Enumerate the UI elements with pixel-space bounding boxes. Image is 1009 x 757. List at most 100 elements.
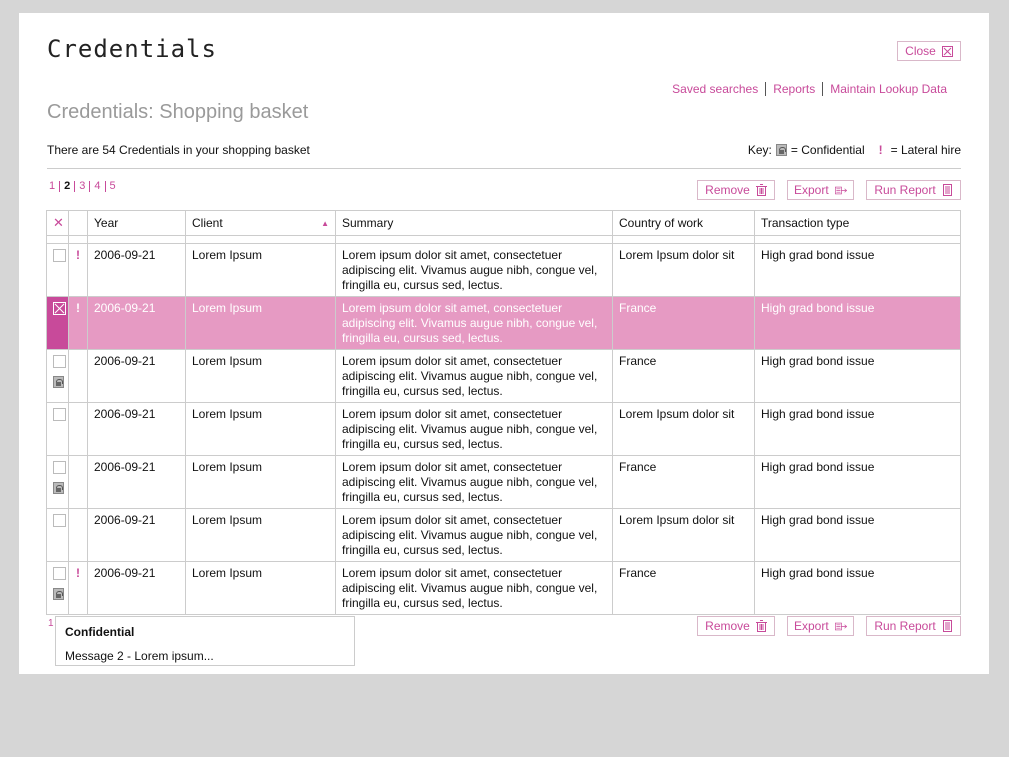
trash-icon — [755, 620, 767, 632]
lateral-hire-cell — [68, 349, 88, 403]
row-client: Lorem Ipsum — [185, 561, 336, 615]
column-header-transaction[interactable]: Transaction type — [754, 210, 961, 236]
row-client: Lorem Ipsum — [185, 455, 336, 509]
row-checkbox[interactable] — [53, 249, 66, 262]
row-client: Lorem Ipsum — [185, 508, 336, 562]
column-header-summary[interactable]: Summary — [335, 210, 613, 236]
export-button-top[interactable]: Export — [787, 180, 854, 200]
row-checkbox[interactable] — [53, 461, 66, 474]
remove-label: Remove — [705, 619, 750, 633]
key-confidential-text: = Confidential — [790, 143, 865, 157]
page-link-5[interactable]: 5 — [104, 181, 120, 192]
row-year: 2006-09-21 — [87, 455, 186, 509]
report-icon — [942, 620, 952, 632]
lock-icon — [53, 376, 64, 388]
run-report-button-bottom[interactable]: Run Report — [866, 616, 961, 636]
export-label: Export — [794, 183, 829, 197]
row-select-cell[interactable] — [46, 296, 69, 350]
maintain-lookup-data-link[interactable]: Maintain Lookup Data — [822, 82, 954, 96]
table-header-row: ✕ Year Client ▲ Summary Country of work T… — [46, 210, 961, 236]
page-link-3[interactable]: 3 — [74, 181, 89, 192]
lateral-hire-cell — [68, 455, 88, 509]
clear-selection-icon[interactable]: ✕ — [53, 215, 64, 230]
row-checkbox[interactable] — [53, 514, 66, 527]
row-select-cell[interactable] — [46, 243, 69, 297]
table-body: ! 2006-09-21 Lorem Ipsum Lorem ipsum dolor … — [46, 243, 961, 615]
lateral-hire-cell — [68, 402, 88, 456]
row-select-cell[interactable] — [46, 455, 69, 509]
table-row[interactable]: ! 2006-09-21 Lorem Ipsum Lorem ipsum dolor … — [46, 243, 961, 297]
remove-button-top[interactable]: Remove — [697, 180, 775, 200]
row-summary: Lorem ipsum dolor sit amet, consectetuer… — [335, 296, 613, 350]
run-report-label: Run Report — [874, 619, 936, 633]
pagination: 1 2 3 4 5 — [47, 181, 120, 192]
confidential-note: Confidential Message 2 - Lorem ipsum... — [55, 616, 355, 666]
column-header-year[interactable]: Year — [87, 210, 186, 236]
lock-icon — [775, 144, 787, 156]
export-button-bottom[interactable]: Export — [787, 616, 854, 636]
row-country: Lorem Ipsum dolor sit — [612, 508, 755, 562]
table-row[interactable]: 2006-09-21 Lorem Ipsum Lorem ipsum dolor s… — [46, 508, 961, 562]
run-report-button-top[interactable]: Run Report — [866, 180, 961, 200]
column-header-client-label: Client — [192, 216, 223, 230]
export-icon — [834, 186, 847, 194]
page-link-2[interactable]: 2 — [59, 181, 74, 192]
row-client: Lorem Ipsum — [185, 402, 336, 456]
row-select-cell[interactable] — [46, 508, 69, 562]
column-header-client[interactable]: Client ▲ — [185, 210, 336, 236]
row-checkbox[interactable] — [53, 355, 66, 368]
lateral-hire-icon: ! — [76, 566, 80, 580]
row-year: 2006-09-21 — [87, 243, 186, 297]
lateral-hire-icon: ! — [878, 143, 883, 157]
footnote-number: 1 — [48, 618, 54, 629]
basket-count-text: There are 54 Credentials in your shoppin… — [47, 143, 310, 157]
column-header-country[interactable]: Country of work — [612, 210, 755, 236]
row-select-cell[interactable] — [46, 561, 69, 615]
table-row[interactable]: ! 2006-09-21 Lorem Ipsum Lorem ipsum dolor … — [46, 296, 961, 350]
row-year: 2006-09-21 — [87, 561, 186, 615]
flag-column-header — [68, 210, 88, 236]
table-row[interactable]: 2006-09-21 Lorem Ipsum Lorem ipsum dolor s… — [46, 349, 961, 403]
page-title: Credentials: Shopping basket — [47, 101, 309, 123]
row-select-cell[interactable] — [46, 402, 69, 456]
remove-label: Remove — [705, 183, 750, 197]
page-link-1[interactable]: 1 — [47, 181, 59, 192]
table-row[interactable]: ! 2006-09-21 Lorem Ipsum Lorem ipsum dolor … — [46, 561, 961, 615]
row-client: Lorem Ipsum — [185, 349, 336, 403]
divider — [47, 168, 961, 169]
key-lateral-text: = Lateral hire — [890, 143, 961, 157]
note-title: Confidential — [65, 625, 135, 639]
saved-searches-link[interactable]: Saved searches — [665, 82, 765, 96]
row-checkbox[interactable] — [53, 302, 66, 315]
row-transaction-type: High grad bond issue — [754, 349, 961, 403]
page-link-4[interactable]: 4 — [89, 181, 104, 192]
sort-up-icon[interactable]: ▲ — [321, 219, 329, 228]
row-country: Lorem Ipsum dolor sit — [612, 402, 755, 456]
row-summary: Lorem ipsum dolor sit amet, consectetuer… — [335, 561, 613, 615]
row-year: 2006-09-21 — [87, 508, 186, 562]
key-legend: Key: = Confidential ! = Lateral hire — [748, 143, 961, 157]
header-spacer — [46, 235, 961, 244]
close-button[interactable]: Close — [897, 41, 961, 61]
row-country: France — [612, 349, 755, 403]
row-checkbox[interactable] — [53, 567, 66, 580]
note-message: Message 2 - Lorem ipsum... — [65, 649, 214, 663]
credentials-panel: Credentials Close Saved searches Reports… — [19, 13, 989, 674]
lateral-hire-cell: ! — [68, 296, 88, 350]
row-country: Lorem Ipsum dolor sit — [612, 243, 755, 297]
row-checkbox[interactable] — [53, 408, 66, 421]
row-summary: Lorem ipsum dolor sit amet, consectetuer… — [335, 508, 613, 562]
lateral-hire-icon: ! — [76, 301, 80, 315]
lock-icon — [53, 588, 64, 600]
lateral-hire-cell — [68, 508, 88, 562]
trash-icon — [755, 184, 767, 196]
close-box-icon — [941, 45, 953, 57]
table-row[interactable]: 2006-09-21 Lorem Ipsum Lorem ipsum dolor s… — [46, 402, 961, 456]
select-all-toggle[interactable]: ✕ — [46, 210, 69, 236]
table-row[interactable]: 2006-09-21 Lorem Ipsum Lorem ipsum dolor s… — [46, 455, 961, 509]
lateral-hire-cell: ! — [68, 243, 88, 297]
reports-link[interactable]: Reports — [765, 82, 822, 96]
row-transaction-type: High grad bond issue — [754, 508, 961, 562]
remove-button-bottom[interactable]: Remove — [697, 616, 775, 636]
row-select-cell[interactable] — [46, 349, 69, 403]
